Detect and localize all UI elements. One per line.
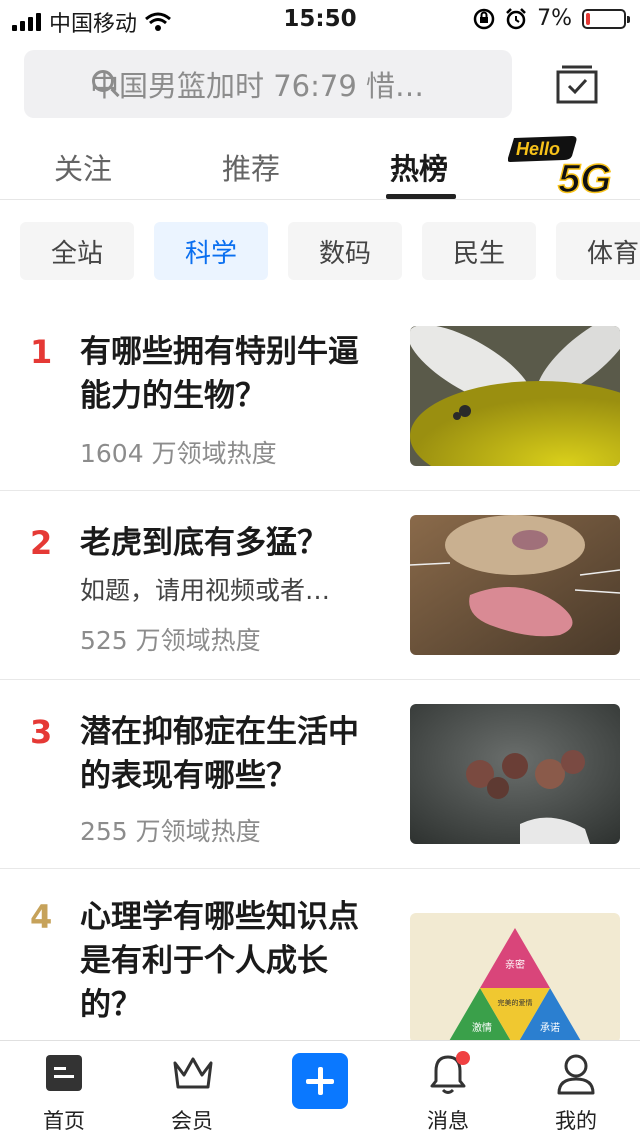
category-chips: 全站 科学 数码 民生 体育 — [20, 222, 640, 280]
list-item[interactable]: 3 潜在抑郁症在生活中的表现有哪些？ 255 万领域热度 — [0, 680, 640, 869]
chip-science[interactable]: 科学 — [154, 222, 268, 280]
tab-recommend[interactable]: 推荐 — [222, 146, 280, 188]
rotation-lock-icon — [473, 8, 495, 29]
thumbnail-image[interactable] — [410, 326, 620, 466]
question-title[interactable]: 老虎到底有多猛？ — [80, 521, 380, 565]
rank-number: 3 — [30, 713, 53, 751]
bottom-nav: 首页 会员 消息 我的 — [0, 1040, 640, 1136]
question-title[interactable]: 有哪些拥有特别牛逼能力的生物？ — [80, 330, 380, 418]
svg-text:承诺: 承诺 — [540, 1022, 560, 1034]
rank-number: 1 — [30, 333, 53, 371]
hello-5g-badge[interactable]: Hello 5G — [508, 134, 612, 196]
battery-percent: 7% — [537, 6, 572, 31]
question-title[interactable]: 心理学有哪些知识点是有利于个人成长的？ — [80, 895, 380, 1027]
list-item[interactable]: 4 心理学有哪些知识点是有利于个人成长的？ 亲密 激情 承诺 完美的爱情 — [0, 869, 640, 1044]
nav-label: 首页 — [43, 1109, 85, 1133]
search-bar[interactable]: 中国男篮加时 76:79 惜败波兰 — [24, 50, 512, 118]
heat-value: 525 万领域热度 — [80, 626, 261, 655]
alarm-icon — [506, 7, 526, 29]
chip-sports[interactable]: 体育 — [556, 222, 640, 280]
chip-all[interactable]: 全站 — [20, 222, 134, 280]
nav-messages[interactable]: 消息 — [398, 1041, 498, 1136]
notification-dot — [456, 1051, 470, 1065]
chip-livelihood[interactable]: 民生 — [422, 222, 536, 280]
nav-label: 会员 — [171, 1109, 213, 1133]
question-title[interactable]: 潜在抑郁症在生活中的表现有哪些？ — [80, 710, 380, 798]
nav-member[interactable]: 会员 — [142, 1041, 242, 1136]
svg-text:亲密: 亲密 — [505, 958, 525, 971]
svg-text:完美的爱情: 完美的爱情 — [498, 998, 533, 1007]
rank-number: 2 — [30, 524, 53, 562]
search-icon — [92, 70, 114, 92]
nav-label: 消息 — [427, 1109, 469, 1133]
heat-value: 1604 万领域热度 — [80, 439, 277, 468]
search-placeholder: 中国男篮加时 76:79 惜败波兰 — [90, 69, 450, 103]
status-bar: 中国移动 15:50 7% — [0, 0, 640, 40]
create-plus-button[interactable] — [292, 1053, 348, 1109]
thumbnail-image[interactable] — [410, 704, 620, 844]
thumbnail-image[interactable] — [410, 515, 620, 655]
thumbnail-image[interactable]: 亲密 激情 承诺 完美的爱情 — [410, 913, 620, 1043]
rank-number: 4 — [30, 898, 53, 936]
battery-icon — [582, 8, 630, 29]
list-item[interactable]: 2 老虎到底有多猛？ 如题，请用视频或者… 525 万领域热度 — [0, 491, 640, 680]
crown-icon — [173, 1057, 213, 1089]
svg-text:Hello: Hello — [516, 139, 560, 159]
list-item[interactable]: 1 有哪些拥有特别牛逼能力的生物？ 1604 万领域热度 — [0, 300, 640, 491]
svg-text:5G: 5G — [558, 157, 611, 196]
nav-profile[interactable]: 我的 — [526, 1041, 626, 1136]
tab-hot-list[interactable]: 热榜 — [390, 146, 448, 188]
question-excerpt: 如题，请用视频或者… — [80, 576, 331, 605]
chip-digital[interactable]: 数码 — [288, 222, 402, 280]
person-icon — [557, 1054, 595, 1095]
active-tab-indicator — [386, 194, 456, 199]
tab-follow[interactable]: 关注 — [54, 146, 112, 188]
home-doc-icon — [46, 1055, 82, 1091]
svg-text:激情: 激情 — [472, 1021, 492, 1034]
checklist-icon[interactable] — [556, 64, 598, 104]
nav-label: 我的 — [555, 1109, 597, 1133]
nav-home[interactable]: 首页 — [14, 1041, 114, 1136]
heat-value: 255 万领域热度 — [80, 817, 261, 846]
